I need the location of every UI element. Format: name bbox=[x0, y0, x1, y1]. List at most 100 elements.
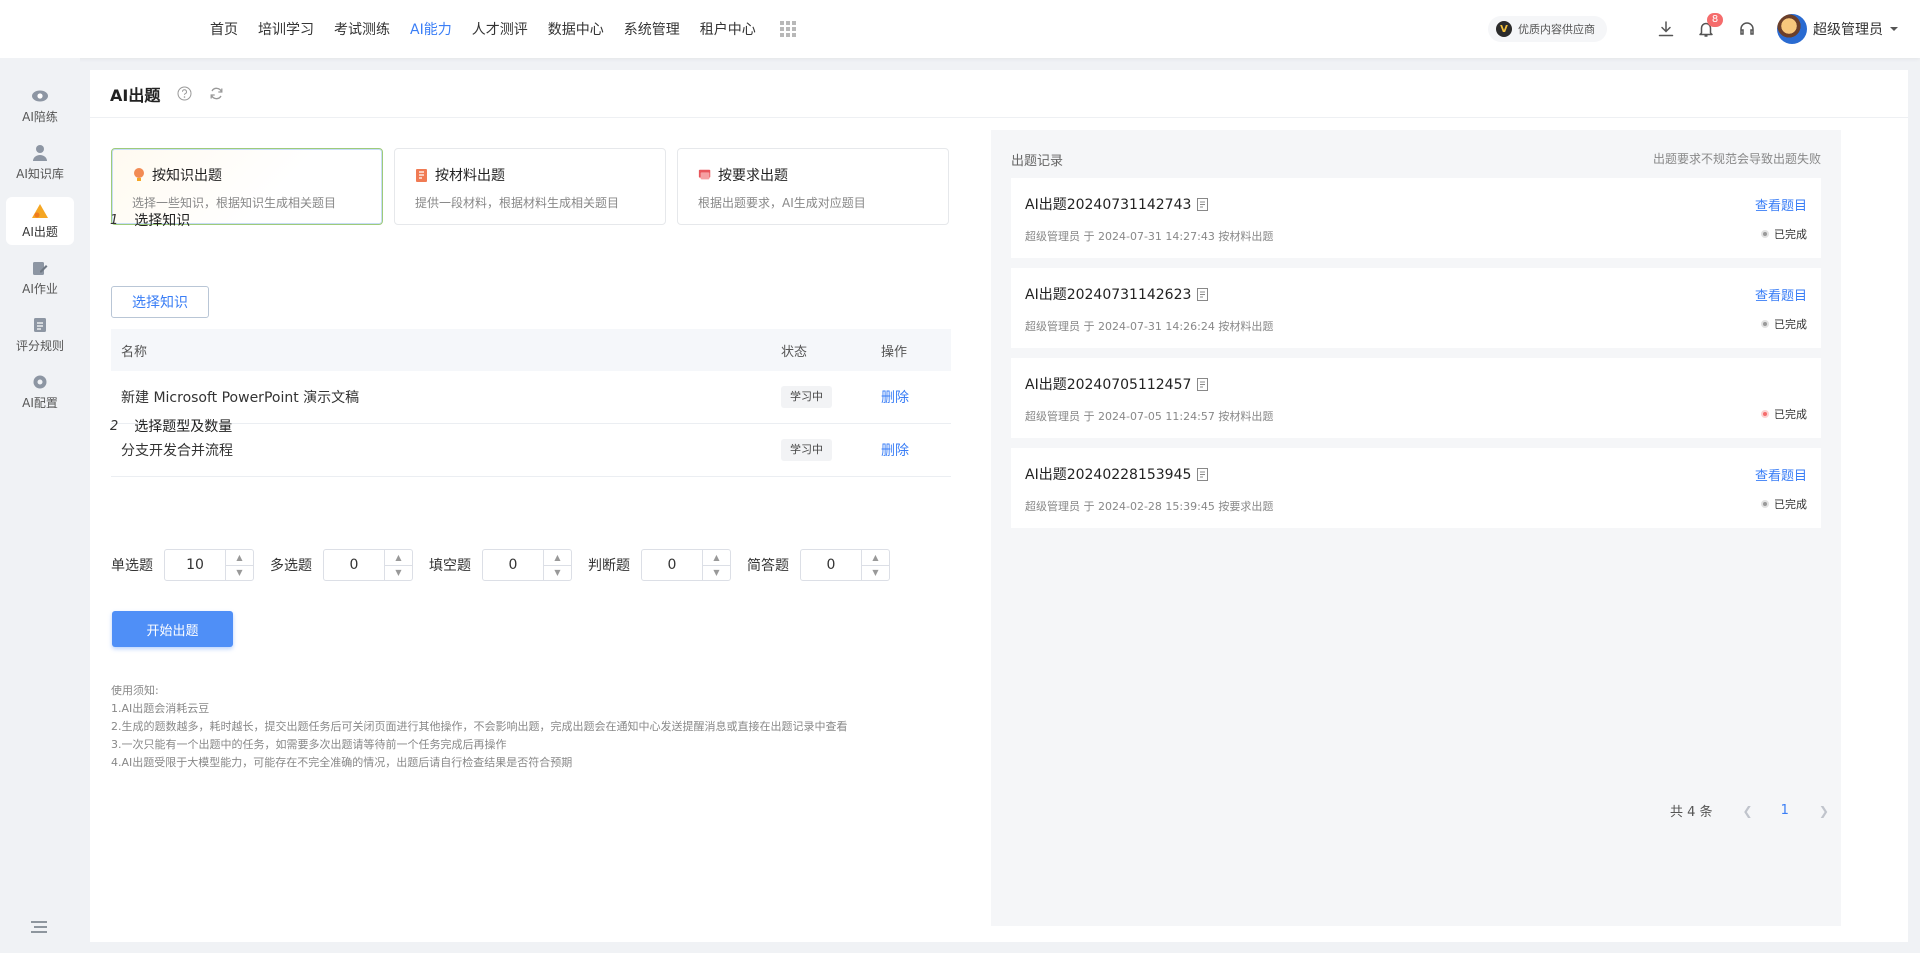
view-questions-link[interactable]: 查看题目 bbox=[1755, 195, 1807, 214]
record-meta: 超级管理员 于 2024-07-31 14:27:43 按材料出题 bbox=[1025, 230, 1274, 243]
record-item[interactable]: AI出题20240731142743 超级管理员 于 2024-07-31 14… bbox=[1011, 178, 1821, 258]
decrement-icon[interactable]: ▼ bbox=[703, 564, 730, 581]
record-status: 已完成 bbox=[1761, 316, 1807, 332]
document-icon[interactable] bbox=[1197, 287, 1209, 301]
nav-system[interactable]: 系统管理 bbox=[624, 19, 680, 39]
increment-icon[interactable]: ▲ bbox=[544, 550, 571, 565]
record-item[interactable]: AI出题20240731142623 超级管理员 于 2024-07-31 14… bbox=[1011, 268, 1821, 348]
sidebar-item-label: AI知识库 bbox=[16, 167, 64, 181]
mode-title: 按材料出题 bbox=[435, 168, 505, 184]
next-page-icon[interactable]: ❯ bbox=[1819, 804, 1829, 818]
bell-icon[interactable]: 8 bbox=[1695, 13, 1723, 40]
page-number[interactable]: 1 bbox=[1781, 803, 1789, 818]
help-icon[interactable] bbox=[176, 86, 192, 102]
menu-collapse-icon[interactable] bbox=[30, 920, 48, 934]
short-answer-stepper[interactable]: 0 ▲ ▼ bbox=[800, 549, 890, 581]
vendor-badge-label: 优质内容供应商 bbox=[1518, 23, 1595, 36]
sidebar-item-ai-config[interactable]: AI配置 bbox=[6, 368, 74, 416]
question-icon bbox=[31, 202, 49, 220]
increment-icon[interactable]: ▲ bbox=[862, 550, 889, 565]
sidebar-item-score-rules[interactable]: 评分规则 bbox=[6, 311, 74, 359]
increment-icon[interactable]: ▲ bbox=[703, 550, 730, 565]
start-generate-button[interactable]: 开始出题 bbox=[112, 611, 233, 647]
bulb-icon bbox=[132, 167, 146, 183]
nav-exam[interactable]: 考试测练 bbox=[334, 19, 390, 39]
note-line: 4.AI出题受限于大模型能力，可能存在不完全准确的情况，出题后请自行检查结果是否… bbox=[111, 756, 573, 769]
stepper-value[interactable]: 0 bbox=[483, 550, 543, 580]
increment-icon[interactable]: ▲ bbox=[385, 550, 412, 565]
status-label: 已完成 bbox=[1774, 498, 1807, 511]
column-header-status: 状态 bbox=[781, 344, 808, 360]
select-knowledge-button[interactable]: 选择知识 bbox=[111, 286, 209, 318]
sidebar-item-ai-question[interactable]: AI出题 bbox=[6, 197, 74, 245]
view-questions-link[interactable]: 查看题目 bbox=[1755, 285, 1807, 304]
decrement-icon[interactable]: ▼ bbox=[862, 564, 889, 581]
flag-icon bbox=[698, 167, 712, 183]
view-questions-link[interactable]: 查看题目 bbox=[1755, 465, 1807, 484]
main-panel: AI出题 按知识出题 选择一些知识，根据知识生成相关题目 按材料出题 提供一段材… bbox=[90, 70, 1908, 942]
note-line: 2.生成的题数越多，耗时越长，提交出题任务后可关闭页面进行其他操作，不会影响出题… bbox=[111, 720, 848, 733]
single-choice-stepper[interactable]: 10 ▲ ▼ bbox=[164, 549, 254, 581]
fill-blank-label: 填空题 bbox=[429, 558, 471, 574]
stepper-value[interactable]: 0 bbox=[642, 550, 702, 580]
nav-talent[interactable]: 人才测评 bbox=[472, 19, 528, 39]
gear-icon bbox=[31, 373, 49, 391]
headset-icon[interactable] bbox=[1736, 18, 1758, 40]
nav-training[interactable]: 培训学习 bbox=[258, 19, 314, 39]
mode-card-material[interactable]: 按材料出题 提供一段材料，根据材料生成相关题目 bbox=[394, 148, 666, 225]
stepper-value[interactable]: 0 bbox=[801, 550, 861, 580]
true-false-stepper[interactable]: 0 ▲ ▼ bbox=[641, 549, 731, 581]
document-icon[interactable] bbox=[1197, 377, 1209, 391]
record-item[interactable]: AI出题20240705112457 超级管理员 于 2024-07-05 11… bbox=[1011, 358, 1821, 438]
stepper-value[interactable]: 10 bbox=[165, 550, 225, 580]
vendor-badge[interactable]: V 优质内容供应商 bbox=[1488, 16, 1607, 42]
sidebar: AI陪练 AI知识库 AI出题 AI作业 评分规则 AI配置 bbox=[0, 58, 80, 953]
delete-link[interactable]: 删除 bbox=[881, 440, 951, 460]
record-item[interactable]: AI出题20240228153945 超级管理员 于 2024-02-28 15… bbox=[1011, 448, 1821, 528]
status-label: 已完成 bbox=[1774, 408, 1807, 421]
step-2-heading: 2 选择题型及数量 bbox=[110, 416, 232, 436]
document-icon[interactable] bbox=[1197, 197, 1209, 211]
column-header-name: 名称 bbox=[121, 344, 148, 360]
nav-ai[interactable]: AI能力 bbox=[410, 19, 452, 39]
apps-grid-icon[interactable] bbox=[779, 21, 796, 37]
note-line: 使用须知: bbox=[111, 684, 159, 697]
records-warning: 出题要求不规范会导致出题失败 bbox=[1652, 152, 1821, 166]
mode-card-requirement[interactable]: 按要求出题 根据出题要求，AI生成对应题目 bbox=[677, 148, 949, 225]
user-menu[interactable]: 超级管理员 bbox=[1777, 14, 1899, 44]
column-header-op: 操作 bbox=[881, 344, 908, 360]
refresh-icon[interactable] bbox=[208, 86, 224, 102]
record-name: AI出题20240228153945 bbox=[1025, 467, 1192, 483]
step-1-heading: 1 选择知识 bbox=[110, 210, 190, 230]
status-tag: 学习中 bbox=[781, 386, 832, 408]
mode-title: 按知识出题 bbox=[152, 168, 222, 184]
nav-home[interactable]: 首页 bbox=[210, 19, 238, 39]
user-name: 超级管理员 bbox=[1813, 22, 1883, 38]
step-label: 选择题型及数量 bbox=[134, 419, 233, 435]
mode-title: 按要求出题 bbox=[718, 168, 788, 184]
prev-page-icon[interactable]: ❮ bbox=[1743, 804, 1753, 818]
top-navigation-bar: 首页 培训学习 考试测练 AI能力 人才测评 数据中心 系统管理 租户中心 V … bbox=[0, 0, 1920, 58]
nav-data[interactable]: 数据中心 bbox=[548, 19, 604, 39]
download-icon[interactable] bbox=[1655, 18, 1677, 40]
mode-desc: 选择一些知识，根据知识生成相关题目 bbox=[132, 196, 337, 210]
book-icon bbox=[415, 167, 429, 183]
multi-choice-stepper[interactable]: 0 ▲ ▼ bbox=[323, 549, 413, 581]
sidebar-item-ai-practice[interactable]: AI陪练 bbox=[6, 82, 74, 130]
sidebar-item-label: 评分规则 bbox=[15, 339, 64, 353]
decrement-icon[interactable]: ▼ bbox=[544, 564, 571, 581]
nav-tenant[interactable]: 租户中心 bbox=[700, 19, 756, 39]
delete-link[interactable]: 删除 bbox=[881, 387, 951, 407]
stepper-value[interactable]: 0 bbox=[324, 550, 384, 580]
decrement-icon[interactable]: ▼ bbox=[385, 564, 412, 581]
table-header: 名称 状态 操作 bbox=[111, 329, 951, 371]
document-icon[interactable] bbox=[1197, 467, 1209, 481]
records-header: 出题记录 出题要求不规范会导致出题失败 bbox=[1011, 150, 1821, 169]
sidebar-item-ai-knowledge[interactable]: AI知识库 bbox=[6, 139, 74, 187]
fill-blank-stepper[interactable]: 0 ▲ ▼ bbox=[482, 549, 572, 581]
notification-count-badge: 8 bbox=[1707, 13, 1723, 27]
decrement-icon[interactable]: ▼ bbox=[226, 564, 253, 581]
sidebar-item-ai-homework[interactable]: AI作业 bbox=[6, 254, 74, 302]
status-tag: 学习中 bbox=[781, 439, 832, 461]
increment-icon[interactable]: ▲ bbox=[226, 550, 253, 565]
